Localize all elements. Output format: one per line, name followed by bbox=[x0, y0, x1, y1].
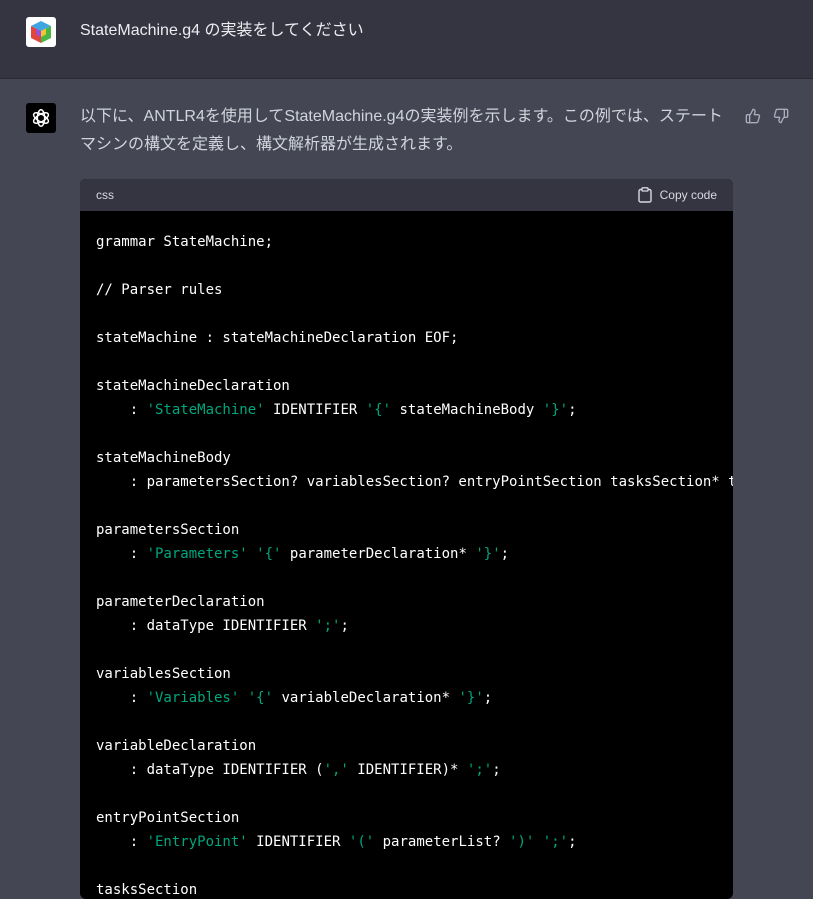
assistant-message-row: 以下に、ANTLR4を使用してStateMachine.g4の実装例を示します。… bbox=[0, 79, 813, 899]
code-line: stateMachineDeclaration bbox=[96, 374, 717, 398]
code-token: IDENTIFIER bbox=[247, 834, 349, 850]
code-string-token: '{' bbox=[365, 402, 392, 418]
code-token: : bbox=[96, 834, 147, 850]
code-line: : parametersSection? variablesSection? e… bbox=[96, 470, 733, 494]
code-string-token: '{' bbox=[256, 546, 282, 562]
code-line: : 'Parameters' '{' parameterDeclaration*… bbox=[96, 542, 717, 566]
code-language-label: css bbox=[96, 188, 114, 202]
code-token: parameterList? bbox=[374, 834, 510, 850]
assistant-avatar bbox=[26, 103, 56, 133]
thumbs-up-icon bbox=[745, 108, 761, 124]
code-line: parametersSection bbox=[96, 518, 717, 542]
thumbs-down-icon bbox=[773, 108, 789, 124]
code-string-token: 'Variables' bbox=[146, 690, 240, 706]
code-line: parameterDeclaration bbox=[96, 590, 717, 614]
assistant-message-text: 以下に、ANTLR4を使用してStateMachine.g4の実装例を示します。… bbox=[80, 108, 723, 153]
thumbs-up-button[interactable] bbox=[744, 107, 762, 125]
code-line: : dataType IDENTIFIER (',' IDENTIFIER)* … bbox=[96, 758, 717, 782]
code-token: ; bbox=[492, 762, 501, 778]
code-token: IDENTIFIER)* bbox=[348, 762, 467, 778]
code-string-token: '{' bbox=[247, 690, 274, 706]
code-line: : 'Variables' '{' variableDeclaration* '… bbox=[96, 686, 717, 710]
code-token: : bbox=[96, 402, 147, 418]
code-string-token: ';' bbox=[542, 834, 569, 850]
code-token: stateMachine : stateMachineDeclaration E… bbox=[96, 330, 459, 346]
code-token: grammar StateMachine; bbox=[96, 234, 274, 250]
code-string-token: 'Parameters' bbox=[146, 546, 248, 562]
code-token: parameterDeclaration bbox=[96, 594, 265, 610]
code-string-token: ';' bbox=[466, 762, 493, 778]
code-line: variableDeclaration bbox=[96, 734, 717, 758]
code-token: : dataType IDENTIFIER bbox=[96, 618, 316, 634]
code-line: tasksSection bbox=[96, 878, 717, 899]
code-string-token: '}' bbox=[458, 690, 484, 706]
code-token: variableDeclaration* bbox=[273, 690, 459, 706]
code-line: // Parser rules bbox=[96, 278, 717, 302]
code-token: ; bbox=[568, 402, 577, 418]
code-token: variablesSection bbox=[96, 666, 231, 682]
code-line: entryPointSection bbox=[96, 806, 717, 830]
code-token: // Parser rules bbox=[96, 282, 223, 298]
code-line: stateMachine : stateMachineDeclaration E… bbox=[96, 326, 717, 350]
code-token: : dataType IDENTIFIER ( bbox=[96, 762, 324, 778]
code-token: IDENTIFIER bbox=[264, 402, 366, 418]
code-token: stateMachineDeclaration bbox=[96, 378, 290, 394]
code-line: variablesSection bbox=[96, 662, 717, 686]
code-string-token: ',' bbox=[323, 762, 349, 778]
code-line: : 'StateMachine' IDENTIFIER '{' stateMac… bbox=[96, 398, 717, 422]
code-line: : 'EntryPoint' IDENTIFIER '(' parameterL… bbox=[96, 830, 717, 854]
copy-code-button[interactable]: Copy code bbox=[637, 187, 717, 203]
code-line: : dataType IDENTIFIER ';'; bbox=[96, 614, 717, 638]
thumbs-down-button[interactable] bbox=[772, 107, 790, 125]
code-string-token: '}' bbox=[475, 546, 501, 562]
code-string-token: '(' bbox=[348, 834, 375, 850]
code-token: tasksSection bbox=[96, 882, 198, 898]
code-string-token: 'EntryPoint' bbox=[146, 834, 248, 850]
code-line: grammar StateMachine; bbox=[96, 230, 717, 254]
code-token: entryPointSection bbox=[96, 810, 240, 826]
code-block-header: css Copy code bbox=[80, 179, 733, 211]
code-string-token: '}' bbox=[542, 402, 569, 418]
code-token: parametersSection bbox=[96, 522, 240, 538]
code-string-token: ')' bbox=[509, 834, 535, 850]
code-token: ; bbox=[500, 546, 510, 562]
code-token: variableDeclaration bbox=[96, 738, 257, 754]
code-token: stateMachineBody bbox=[391, 402, 543, 418]
code-line: stateMachineBody bbox=[96, 446, 717, 470]
code-token: : bbox=[96, 690, 147, 706]
code-token: ; bbox=[568, 834, 577, 850]
code-token: : bbox=[96, 546, 147, 562]
copy-code-label: Copy code bbox=[659, 188, 717, 202]
openai-logo-icon bbox=[32, 109, 50, 127]
code-token: stateMachineBody bbox=[96, 450, 231, 466]
code-token: parameterDeclaration* bbox=[281, 546, 476, 562]
code-string-token: 'StateMachine' bbox=[146, 402, 265, 418]
code-token: ; bbox=[483, 690, 493, 706]
user-message-text: StateMachine.g4 の実装をしてください bbox=[80, 22, 364, 39]
code-token: ; bbox=[340, 618, 349, 634]
code-block: css Copy code grammar StateMachine; // Pa… bbox=[80, 179, 733, 899]
code-content: grammar StateMachine; // Parser rules stat… bbox=[80, 211, 733, 899]
user-avatar bbox=[26, 17, 56, 47]
code-string-token: ';' bbox=[315, 618, 341, 634]
clipboard-icon bbox=[637, 187, 652, 203]
cube-avatar-icon bbox=[31, 21, 51, 43]
user-message-row: StateMachine.g4 の実装をしてください bbox=[0, 0, 813, 79]
code-token: : parametersSection? variablesSection? e… bbox=[96, 474, 733, 490]
